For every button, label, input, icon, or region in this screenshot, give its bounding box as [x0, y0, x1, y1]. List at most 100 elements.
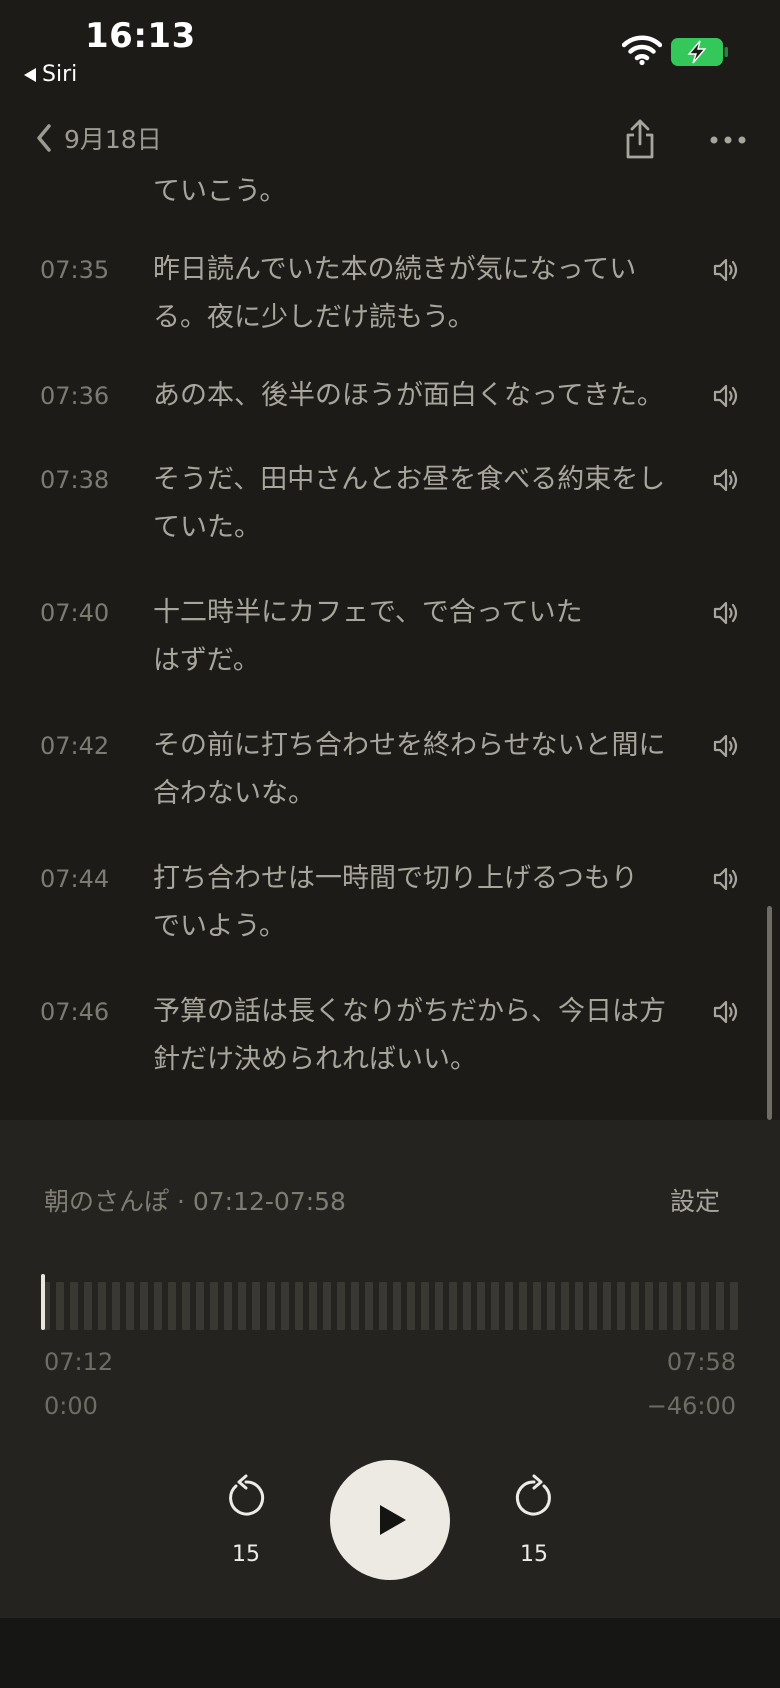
- waveform-bar: [561, 1282, 570, 1330]
- waveform-bar: [631, 1282, 640, 1330]
- waveform-bar: [364, 1282, 373, 1330]
- remaining-time: −46:00: [646, 1392, 736, 1420]
- recording-title: 朝のさんぽ · 07:12-07:58: [44, 1187, 346, 1216]
- start-clock-time: 07:12: [44, 1348, 114, 1376]
- back-triangle-icon: [24, 67, 36, 82]
- wifi-icon: [622, 35, 662, 66]
- scrollbar[interactable]: [767, 906, 772, 1120]
- waveform-bar: [434, 1282, 443, 1330]
- entry-text: 昨日読んでいた本の続きが気になってい る。夜に少しだけ読もう。: [153, 254, 637, 333]
- waveform-scrubber[interactable]: [42, 1282, 738, 1330]
- speaker-icon[interactable]: [712, 466, 740, 494]
- speaker-icon[interactable]: [712, 256, 740, 284]
- waveform-bar: [238, 1282, 247, 1330]
- entry-text: 打ち合わせは一時間で切り上げるつもり でいよう。: [153, 863, 638, 942]
- waveform-bar: [98, 1282, 107, 1330]
- waveform-bar: [617, 1282, 626, 1330]
- speaker-icon[interactable]: [712, 998, 740, 1026]
- waveform-bar: [406, 1282, 415, 1330]
- waveform-bar: [687, 1282, 696, 1330]
- waveform-bar: [308, 1282, 317, 1330]
- waveform-bar: [126, 1282, 135, 1330]
- waveform-bar: [392, 1282, 401, 1330]
- waveform-bar: [378, 1282, 387, 1330]
- waveform-bar: [645, 1282, 654, 1330]
- speaker-icon[interactable]: [712, 732, 740, 760]
- speaker-icon[interactable]: [712, 599, 740, 627]
- waveform-bar: [462, 1282, 471, 1330]
- entry-text: ていこう。: [153, 176, 287, 207]
- waveform-bar: [140, 1282, 149, 1330]
- waveform-bar: [589, 1282, 598, 1330]
- waveform-bar: [519, 1282, 528, 1330]
- playhead[interactable]: [41, 1274, 45, 1330]
- skip-back-15-icon[interactable]: [222, 1474, 270, 1522]
- entry-text: 十二時半にカフェで、で合っていた はずだ。: [153, 597, 583, 676]
- share-icon[interactable]: [624, 118, 656, 160]
- waveform-bar: [420, 1282, 429, 1330]
- waveform-bar: [505, 1282, 514, 1330]
- play-button[interactable]: [330, 1460, 450, 1580]
- waveform-bar: [575, 1282, 584, 1330]
- skip-back-label: 15: [232, 1542, 260, 1567]
- entry-time: 07:36: [40, 382, 110, 410]
- return-to-siri-button[interactable]: Siri: [24, 62, 77, 87]
- waveform-bar: [715, 1282, 724, 1330]
- settings-button[interactable]: 設定: [670, 1182, 720, 1218]
- waveform-bar: [224, 1282, 233, 1330]
- end-clock-time: 07:58: [666, 1348, 736, 1376]
- screen: 16:13 Siri 9月18日 ていこう。 07:35 昨日読んでいた本の続き…: [0, 0, 780, 1688]
- waveform-bar: [294, 1282, 303, 1330]
- skip-forward-label: 15: [520, 1542, 548, 1567]
- entry-time: 07:35: [40, 256, 110, 284]
- waveform-bar: [729, 1282, 738, 1330]
- back-date-label: 9月18日: [64, 125, 162, 154]
- battery-charging-icon: [671, 38, 728, 66]
- transcript-list[interactable]: ていこう。 07:35 昨日読んでいた本の続きが気になってい る。夜に少しだけ読…: [0, 172, 780, 1120]
- entry-time: 07:44: [40, 865, 110, 893]
- waveform-bar: [476, 1282, 485, 1330]
- waveform-bar: [266, 1282, 275, 1330]
- audio-player-panel: 朝のさんぽ · 07:12-07:58 設定 07:12 07:58 0:00 …: [0, 1120, 780, 1618]
- waveform-bar: [350, 1282, 359, 1330]
- entry-time: 07:40: [40, 599, 110, 627]
- entry-time: 07:42: [40, 732, 110, 760]
- waveform-bar: [252, 1282, 261, 1330]
- waveform-bar: [280, 1282, 289, 1330]
- speaker-icon[interactable]: [712, 382, 740, 410]
- entry-time: 07:38: [40, 466, 110, 494]
- waveform-bar: [547, 1282, 556, 1330]
- waveform-bar: [448, 1282, 457, 1330]
- chevron-left-icon: [37, 124, 51, 152]
- entry-text: 予算の話は長くなりがちだから、今日は方 針だけ決められればいい。: [153, 996, 666, 1075]
- speaker-icon[interactable]: [712, 865, 740, 893]
- status-time: 16:13: [85, 16, 196, 56]
- waveform-bar: [154, 1282, 163, 1330]
- skip-forward-15-icon[interactable]: [510, 1474, 558, 1522]
- waveform-bar: [533, 1282, 542, 1330]
- waveform-bar: [196, 1282, 205, 1330]
- waveform-bar: [701, 1282, 710, 1330]
- waveform-bar: [168, 1282, 177, 1330]
- waveform-bar: [112, 1282, 121, 1330]
- waveform-bar: [210, 1282, 219, 1330]
- waveform-bar: [322, 1282, 331, 1330]
- waveform-bar: [56, 1282, 65, 1330]
- entry-time: 07:46: [40, 998, 110, 1026]
- play-icon: [380, 1505, 406, 1535]
- more-options-icon[interactable]: [708, 128, 748, 152]
- waveform-bar: [336, 1282, 345, 1330]
- waveform-bar: [84, 1282, 93, 1330]
- entry-text: あの本、後半のほうが面白くなってきた。: [153, 380, 664, 411]
- return-app-label: Siri: [42, 62, 78, 87]
- back-button[interactable]: 9月18日: [34, 118, 162, 158]
- waveform-bar: [659, 1282, 668, 1330]
- entry-text: その前に打ち合わせを終わらせないと間に 合わないな。: [153, 730, 666, 809]
- waveform-bar: [603, 1282, 612, 1330]
- waveform-bar: [491, 1282, 499, 1330]
- bottom-safe-area: [0, 1618, 780, 1688]
- waveform-bar: [182, 1282, 191, 1330]
- entry-text: そうだ、田中さんとお昼を食べる約束をし ていた。: [153, 464, 666, 543]
- waveform-bar: [673, 1282, 682, 1330]
- elapsed-time: 0:00: [44, 1392, 98, 1420]
